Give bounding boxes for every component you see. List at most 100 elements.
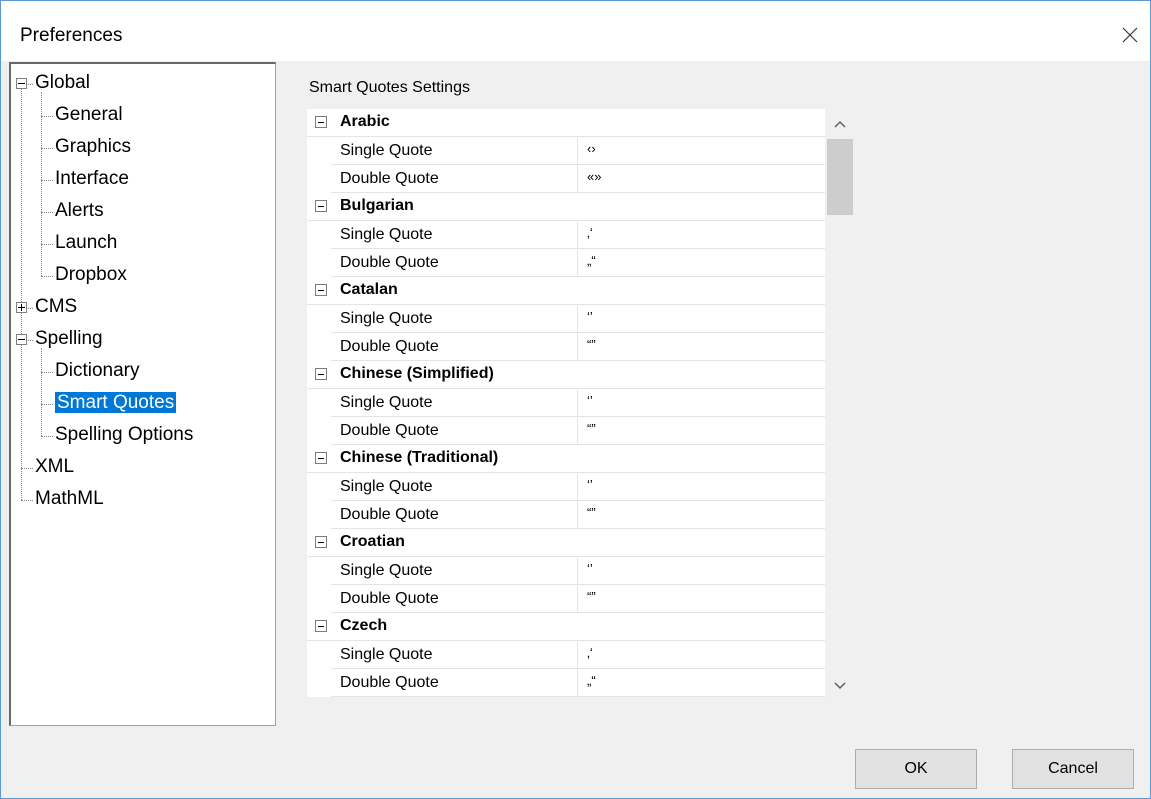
property-row-single-quote[interactable]: Single Quote ‚‘ [307,641,825,669]
collapse-icon[interactable] [315,368,327,380]
tree-connector [41,348,42,436]
property-name: Double Quote [340,506,439,523]
collapse-icon[interactable] [16,334,27,345]
category-row[interactable]: Chinese (Simplified) [307,361,825,389]
tree-item-dictionary[interactable]: Dictionary [55,356,139,386]
property-grid[interactable]: Arabic Single Quote ‹› Double Quote «» Bulgar… [307,109,825,701]
row-gutter [307,501,331,529]
property-row-single-quote[interactable]: Single Quote ‘’ [307,557,825,585]
ok-button[interactable]: OK [855,749,977,789]
category-row[interactable]: Chinese (Traditional) [307,445,825,473]
tree-item-smart-quotes[interactable]: Smart Quotes [55,388,177,418]
category-row[interactable]: Arabic [307,109,825,137]
tree-connector [41,148,53,149]
tree-connector [41,92,42,276]
tree-item-spelling[interactable]: Spelling [35,324,103,354]
category-row[interactable]: Catalan [307,277,825,305]
row-gutter [307,585,331,613]
property-row-single-quote[interactable]: Single Quote ‹› [307,137,825,165]
collapse-icon[interactable] [315,116,327,128]
tree-item-label: Launch [55,232,118,253]
tree-item-dropbox[interactable]: Dropbox [55,260,127,290]
expand-icon[interactable] [16,302,27,313]
property-value[interactable]: “” [587,337,596,352]
tree-item-xml[interactable]: XML [35,452,74,482]
row-gutter [307,473,331,501]
property-value[interactable]: ‘’ [587,393,593,408]
row-gutter [307,641,331,669]
scroll-down-button[interactable] [825,673,855,699]
property-name: Single Quote [340,310,433,327]
property-value[interactable]: ‚‘ [587,225,593,240]
property-value[interactable]: ‚‘ [587,645,593,660]
category-row[interactable]: Croatian [307,529,825,557]
property-row-single-quote[interactable]: Single Quote ‘’ [307,305,825,333]
property-value[interactable]: «» [587,169,601,184]
property-value[interactable]: ‹› [587,141,596,156]
property-value[interactable]: “” [587,589,596,604]
category-name: Chinese (Simplified) [340,365,494,382]
tree-item-launch[interactable]: Launch [55,228,117,258]
tree-item-cms[interactable]: CMS [35,292,77,322]
property-row-double-quote[interactable]: Double Quote “” [307,333,825,361]
vertical-scrollbar[interactable] [825,109,855,701]
tree-item-label: Spelling [35,328,103,349]
tree-connector [41,276,53,277]
tree-item-label: Global [35,72,90,93]
tree-connector [21,500,33,501]
tree-item-label: Graphics [55,136,132,157]
tree-item-spelling-options[interactable]: Spelling Options [55,420,193,450]
column-divider [577,137,578,165]
category-tree[interactable]: Global General Graphics Interface Alerts Laun… [9,62,276,726]
collapse-icon[interactable] [315,200,327,212]
property-value[interactable]: ‘’ [587,561,593,576]
property-name: Single Quote [340,478,433,495]
chevron-up-icon [834,120,846,128]
property-value[interactable]: “” [587,421,596,436]
chevron-down-icon [834,682,846,690]
property-row-double-quote[interactable]: Double Quote „“ [307,249,825,277]
column-divider [577,641,578,669]
tree-item-mathml[interactable]: MathML [35,484,104,514]
property-value[interactable]: ‘’ [587,309,593,324]
collapse-icon[interactable] [315,620,327,632]
tree-item-label: Interface [55,168,129,189]
property-row-double-quote[interactable]: Double Quote “” [307,417,825,445]
tree-item-alerts[interactable]: Alerts [55,196,104,226]
scroll-thumb[interactable] [827,139,853,215]
category-row[interactable]: Bulgarian [307,193,825,221]
category-name: Czech [340,617,388,634]
collapse-icon[interactable] [16,78,27,89]
row-gutter [307,333,331,361]
collapse-icon[interactable] [315,452,327,464]
property-row-double-quote[interactable]: Double Quote „“ [307,669,825,697]
tree-connector [41,404,53,405]
property-value[interactable]: „“ [587,673,596,688]
property-row-single-quote[interactable]: Single Quote ‚‘ [307,221,825,249]
property-row-single-quote[interactable]: Single Quote ‘’ [307,389,825,417]
tree-item-general[interactable]: General [55,100,123,130]
column-divider [577,669,578,697]
tree-item-graphics[interactable]: Graphics [55,132,131,162]
column-divider [577,221,578,249]
column-divider [577,557,578,585]
collapse-icon[interactable] [315,536,327,548]
property-row-single-quote[interactable]: Single Quote ‘’ [307,473,825,501]
category-row[interactable]: Czech [307,613,825,641]
tree-item-label: Smart Quotes [55,392,177,413]
property-row-double-quote[interactable]: Double Quote “” [307,501,825,529]
tree-item-global[interactable]: Global [35,68,90,98]
column-divider [577,333,578,361]
column-divider [577,501,578,529]
property-row-double-quote[interactable]: Double Quote «» [307,165,825,193]
property-name: Double Quote [340,422,439,439]
property-value[interactable]: ‘’ [587,477,593,492]
close-button[interactable] [1110,15,1150,55]
property-row-double-quote[interactable]: Double Quote “” [307,585,825,613]
property-value[interactable]: „“ [587,253,596,268]
cancel-button[interactable]: Cancel [1012,749,1134,789]
scroll-up-button[interactable] [825,111,855,137]
property-value[interactable]: “” [587,505,596,520]
tree-item-interface[interactable]: Interface [55,164,129,194]
collapse-icon[interactable] [315,284,327,296]
